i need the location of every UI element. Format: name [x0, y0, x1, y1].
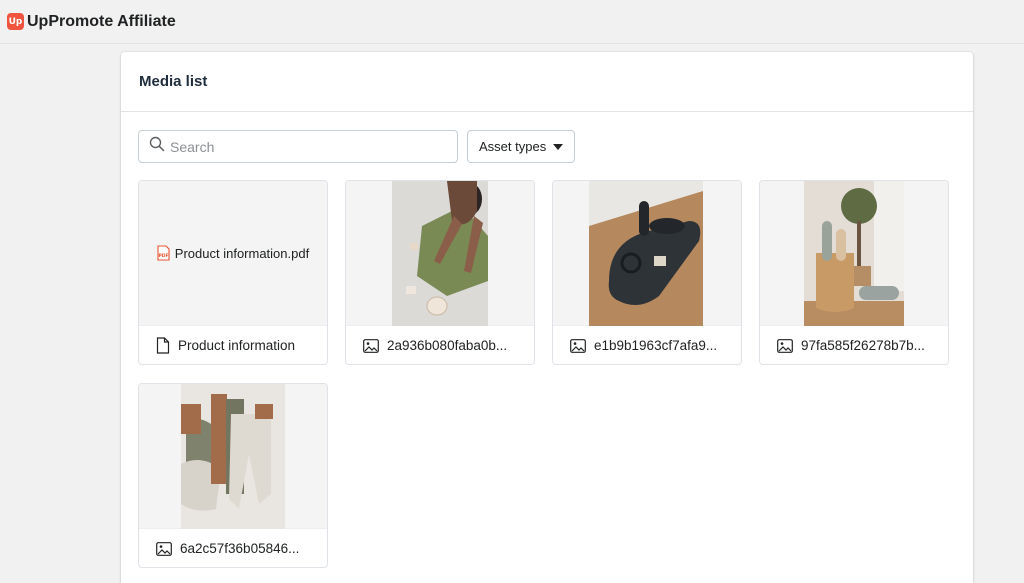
- filter-bar: Asset types: [138, 130, 576, 163]
- image-thumbnail: [346, 181, 534, 326]
- media-item-pdf[interactable]: PDF Product information.pdf Product info…: [138, 180, 328, 365]
- search-icon: [149, 136, 165, 157]
- media-item-name: e1b9b1963cf7afa9...: [594, 338, 718, 353]
- card-header: Media list: [121, 52, 973, 112]
- asset-types-button[interactable]: Asset types: [467, 130, 576, 163]
- image-icon: [363, 338, 379, 353]
- caret-down-icon: [553, 143, 564, 150]
- media-item-image[interactable]: 2a936b080faba0b...: [345, 180, 535, 365]
- media-item-name: Product information: [178, 338, 296, 353]
- media-item-image[interactable]: 6a2c57f36b05846...: [138, 383, 328, 568]
- file-preview-label: Product information.pdf: [174, 245, 310, 261]
- media-item-name: 2a936b080faba0b...: [387, 338, 508, 353]
- file-icon: [156, 337, 170, 354]
- image-icon: [777, 338, 793, 353]
- image-icon: [156, 541, 172, 556]
- media-item-name: 6a2c57f36b05846...: [180, 541, 300, 556]
- image-thumbnail: [760, 181, 948, 326]
- asset-types-label: Asset types: [479, 139, 547, 154]
- media-list-card: Media list Asset types PDF Product infor…: [121, 52, 973, 583]
- media-item-name: 97fa585f26278b7b...: [801, 338, 925, 353]
- svg-text:PDF: PDF: [158, 253, 168, 259]
- search-input[interactable]: [170, 138, 440, 155]
- search-box[interactable]: [138, 130, 458, 163]
- app-logo: Up: [7, 13, 24, 30]
- basket-photo: [804, 181, 904, 326]
- media-item-image[interactable]: 97fa585f26278b7b...: [759, 180, 949, 365]
- app-title: UpPromote Affiliate: [27, 12, 176, 30]
- media-item-image[interactable]: e1b9b1963cf7afa9...: [552, 180, 742, 365]
- top-bar: Up UpPromote Affiliate: [0, 0, 1024, 44]
- clothing-photo: [181, 384, 285, 529]
- image-thumbnail: [139, 384, 327, 529]
- page-title: Media list: [139, 73, 208, 90]
- yoga-photo: [392, 181, 488, 326]
- image-thumbnail: [553, 181, 741, 326]
- pdf-icon: PDF: [157, 245, 170, 261]
- file-preview: PDF Product information.pdf: [139, 181, 327, 326]
- mat-photo: [589, 181, 703, 326]
- image-icon: [570, 338, 586, 353]
